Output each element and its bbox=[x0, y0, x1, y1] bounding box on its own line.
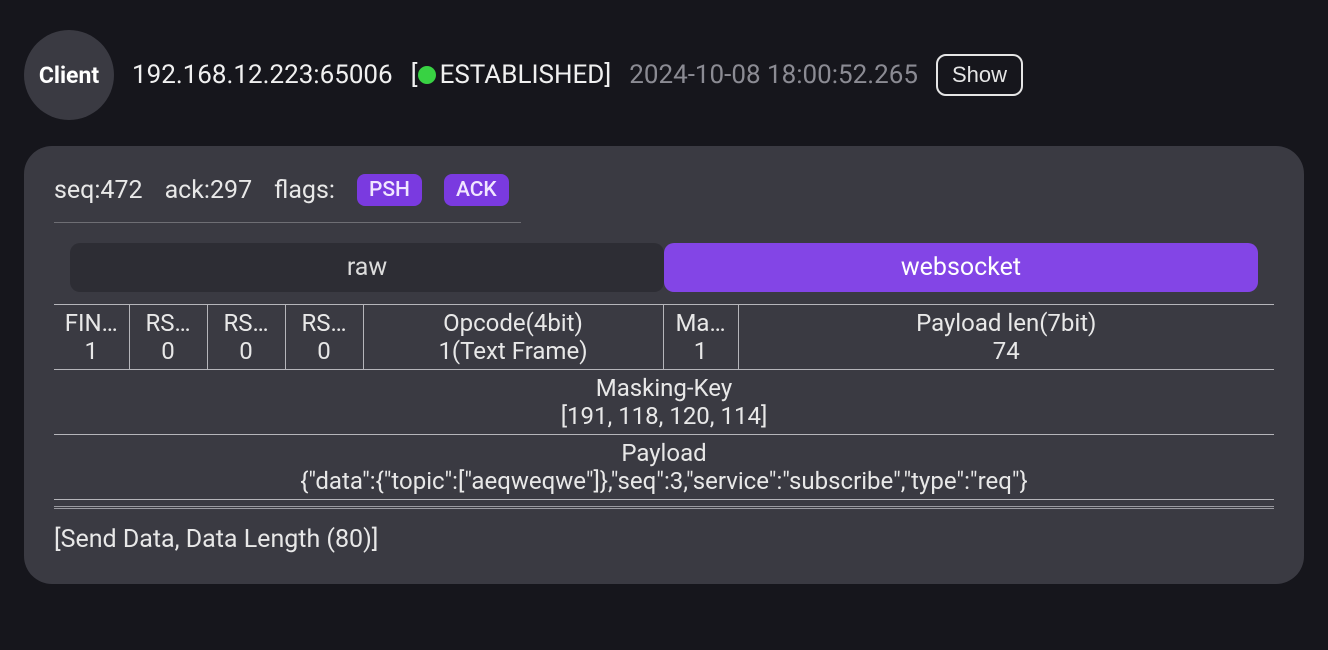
view-tabs: raw websocket bbox=[70, 243, 1258, 292]
masking-key-row: Masking-Key [191, 118, 120, 114] bbox=[54, 370, 1274, 435]
show-button[interactable]: Show bbox=[936, 54, 1023, 96]
flag-ack: ACK bbox=[444, 174, 509, 206]
role-label: Client bbox=[39, 62, 99, 89]
col-opcode: Opcode(4bit) 1(Text Frame) bbox=[363, 305, 663, 370]
seq-label: seq:472 bbox=[54, 176, 143, 205]
status-text: ESTABLISHED bbox=[440, 60, 605, 90]
col-rsv2: RS… 0 bbox=[207, 305, 285, 370]
tab-raw[interactable]: raw bbox=[70, 243, 664, 292]
tab-websocket[interactable]: websocket bbox=[664, 243, 1258, 292]
timestamp: 2024-10-08 18:00:52.265 bbox=[629, 60, 918, 90]
col-payload-len: Payload len(7bit) 74 bbox=[738, 305, 1274, 370]
ack-label: ack:297 bbox=[165, 176, 253, 205]
ws-frame-table: FIN… 1 RS… 0 RS… 0 RS… 0 Opcode(4bit) bbox=[54, 304, 1274, 509]
tcp-meta-row: seq:472 ack:297 flags: PSH ACK bbox=[54, 174, 521, 223]
col-rsv1: RS… 0 bbox=[129, 305, 207, 370]
divider bbox=[54, 506, 1274, 509]
send-data-footer: [Send Data, Data Length (80)] bbox=[54, 525, 1274, 554]
connection-header: Client 192.168.12.223:65006 [ESTABLISHED… bbox=[24, 30, 1304, 120]
payload-row: Payload {"data":{"topic":["aeqweqwe"]},"… bbox=[54, 435, 1274, 500]
flags-label: flags: bbox=[274, 176, 335, 205]
client-address: 192.168.12.223:65006 bbox=[132, 60, 393, 90]
col-mask: Ma… 1 bbox=[663, 305, 738, 370]
flag-psh: PSH bbox=[357, 174, 422, 206]
connection-status: [ESTABLISHED] bbox=[411, 60, 612, 90]
role-badge: Client bbox=[24, 30, 114, 120]
col-rsv3: RS… 0 bbox=[285, 305, 363, 370]
packet-panel: seq:472 ack:297 flags: PSH ACK raw webso… bbox=[24, 146, 1304, 584]
status-dot-icon bbox=[418, 66, 436, 84]
col-fin: FIN… 1 bbox=[54, 305, 129, 370]
